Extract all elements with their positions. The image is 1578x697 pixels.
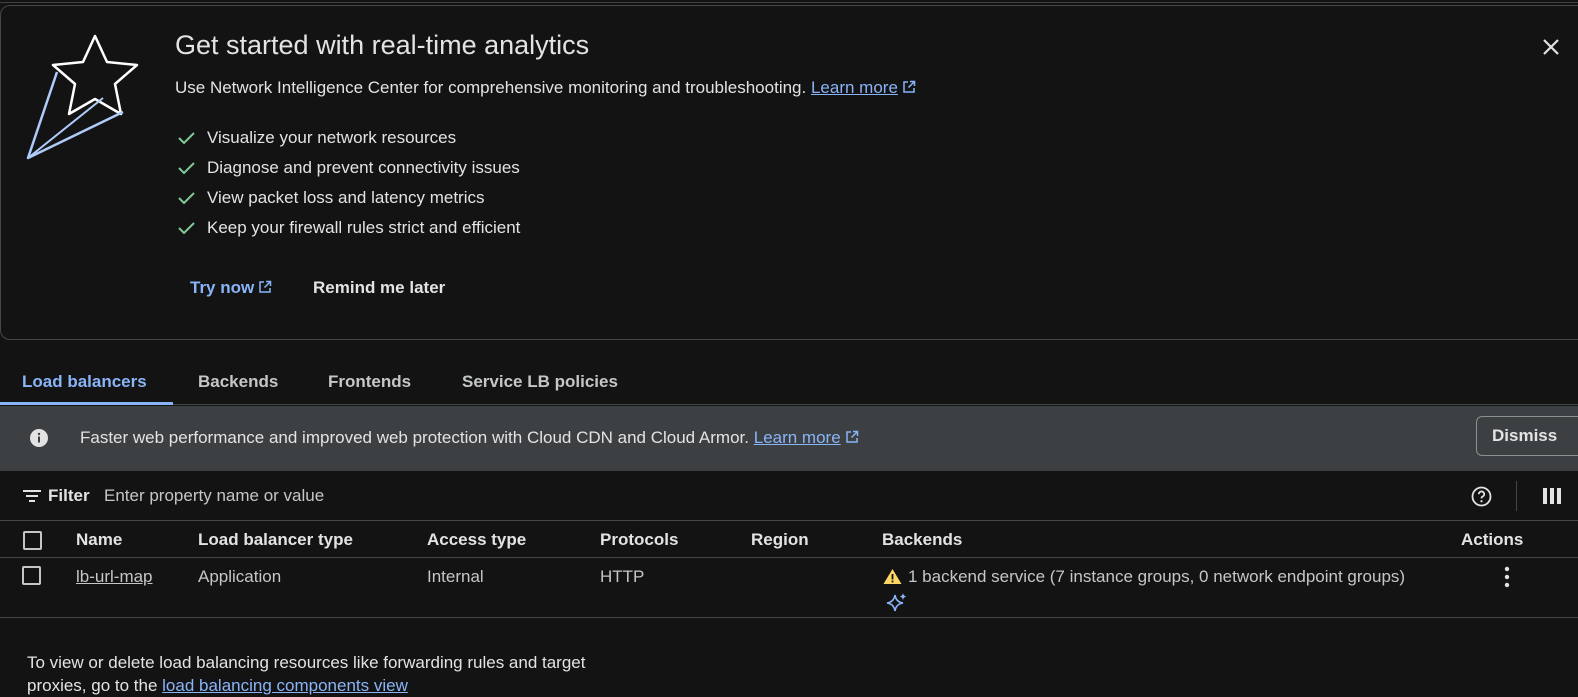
top-divider [0, 0, 1578, 3]
feature-item: Visualize your network resources [176, 123, 520, 153]
promo-title: Get started with real-time analytics [175, 30, 590, 60]
feature-text: Visualize your network resources [207, 128, 457, 147]
feature-item: Diagnose and prevent connectivity issues [176, 153, 520, 183]
close-icon[interactable] [1539, 35, 1563, 59]
components-view-link[interactable]: load balancing components view [162, 676, 408, 695]
banner-learn-more-label: Learn more [753, 428, 841, 447]
promo-learn-more-link[interactable]: Learn more [811, 78, 916, 97]
column-display-icon[interactable] [1543, 488, 1561, 504]
try-now-button[interactable]: Try now [190, 278, 272, 298]
banner-learn-more-link[interactable]: Learn more [754, 428, 859, 447]
shooting-star-icon [26, 34, 139, 160]
column-header-access[interactable]: Access type [427, 530, 526, 550]
info-banner: Faster web performance and improved web … [0, 406, 1578, 471]
filter-input[interactable] [104, 484, 704, 508]
lb-backends: 1 backend service (7 instance groups, 0 … [908, 567, 1406, 586]
column-header-type[interactable]: Load balancer type [198, 530, 353, 550]
banner-text: Faster web performance and improved web … [80, 428, 749, 447]
tab-bar: Load balancers Backends Frontends Servic… [0, 358, 1578, 405]
tab-service-lb-policies[interactable]: Service LB policies [462, 358, 618, 405]
filter-bar: Filter [0, 471, 1578, 521]
tab-frontends[interactable]: Frontends [328, 358, 411, 405]
feature-text: Keep your firewall rules strict and effi… [207, 218, 521, 237]
feature-text: View packet loss and latency metrics [207, 188, 485, 207]
sparkle-icon[interactable] [886, 592, 908, 614]
external-link-icon [259, 280, 272, 293]
filter-label: Filter [48, 486, 90, 505]
tab-load-balancers[interactable]: Load balancers [22, 358, 147, 405]
row-checkbox[interactable] [22, 566, 41, 585]
remind-me-later-button[interactable]: Remind me later [313, 278, 445, 298]
try-now-label: Try now [190, 278, 255, 297]
promo-learn-more-label: Learn more [810, 78, 898, 97]
lb-type: Application [198, 567, 282, 586]
promo-description-text: Use Network Intelligence Center for comp… [175, 78, 807, 97]
check-icon [178, 222, 195, 235]
table-header: Name Load balancer type Access type Prot… [0, 521, 1578, 558]
feature-list: Visualize your network resources Diagnos… [176, 123, 520, 243]
external-link-icon [903, 80, 916, 93]
feature-item: Keep your firewall rules strict and effi… [176, 213, 520, 243]
info-icon [30, 429, 48, 447]
help-icon[interactable] [1471, 486, 1492, 507]
footnote: To view or delete load balancing resourc… [27, 651, 647, 697]
column-header-name[interactable]: Name [76, 530, 122, 550]
lb-name-link[interactable]: lb-url-map [76, 567, 153, 587]
lb-protocols: HTTP [600, 567, 645, 586]
filter-icon [23, 490, 41, 502]
banner-message: Faster web performance and improved web … [80, 428, 859, 448]
promo-description: Use Network Intelligence Center for comp… [175, 78, 916, 98]
select-all-checkbox[interactable] [23, 531, 42, 550]
check-icon [178, 162, 195, 175]
check-icon [178, 132, 195, 145]
dismiss-button[interactable]: Dismiss [1476, 416, 1578, 456]
column-header-actions: Actions [1461, 530, 1524, 549]
toolbar-divider [1516, 481, 1517, 511]
column-header-backends[interactable]: Backends [882, 530, 962, 550]
column-header-region[interactable]: Region [751, 530, 809, 550]
active-tab-indicator [0, 402, 173, 405]
table-row: lb-url-map Application Internal HTTP 1 b… [0, 558, 1578, 618]
more-vert-icon[interactable] [1500, 565, 1514, 589]
tab-backends[interactable]: Backends [198, 358, 278, 405]
feature-item: View packet loss and latency metrics [176, 183, 520, 213]
external-link-icon [845, 430, 858, 443]
column-header-protocols[interactable]: Protocols [600, 530, 678, 550]
promo-card: Get started with real-time analytics Use… [0, 5, 1578, 340]
check-icon [178, 192, 195, 205]
lb-access-type: Internal [427, 567, 484, 586]
feature-text: Diagnose and prevent connectivity issues [207, 158, 520, 177]
warning-icon [883, 569, 902, 584]
